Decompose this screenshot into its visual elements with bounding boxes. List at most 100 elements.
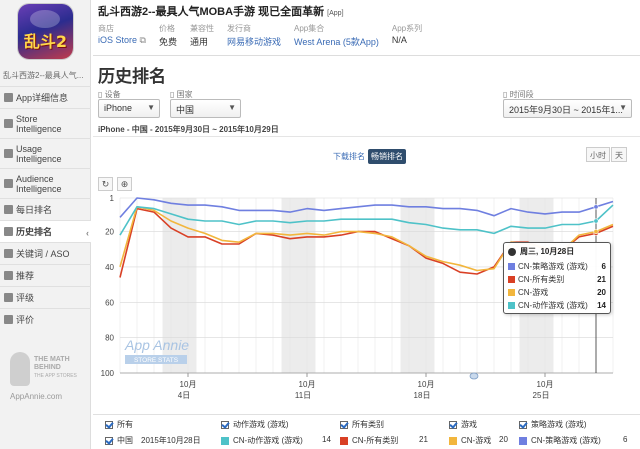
legend-series[interactable]: CN-所有类别 bbox=[340, 435, 398, 446]
x-tick-month: 10月 bbox=[418, 380, 435, 389]
app-meta-item: App系列 N/A bbox=[392, 23, 422, 48]
sidebar-item-label: 评级 bbox=[16, 293, 35, 303]
legend-series-value: 20 bbox=[499, 435, 508, 444]
active-caret-icon: ‹ bbox=[86, 228, 89, 238]
reset-zoom-icon[interactable]: ↻ bbox=[98, 177, 113, 191]
brand-tagline: THE MATH BEHIND THE APP STORES bbox=[34, 356, 77, 379]
app-meta-label: 价格 bbox=[158, 24, 175, 33]
app-meta-label: 商店 bbox=[98, 24, 114, 33]
app-meta: 商店 iOS Store ⧉ 价格 免费 兼容性 通用 发行商 网易移动游戏 App集合 West… bbox=[98, 23, 435, 48]
tooltip-series-value: 14 bbox=[597, 301, 606, 310]
sidebar-item-label: Usage Intelligence bbox=[16, 143, 62, 164]
app-meta-value: N/A bbox=[391, 35, 407, 45]
row-checkbox[interactable] bbox=[105, 436, 113, 445]
app-meta-item: 商店 iOS Store ⧉ bbox=[98, 23, 146, 48]
series-swatch bbox=[508, 263, 515, 270]
rank-type-toggle: 下载排名 畅销排名 bbox=[330, 149, 406, 164]
sidebar-item[interactable]: 评价 bbox=[0, 308, 91, 330]
info-icon bbox=[4, 93, 13, 102]
legend-filter[interactable]: 所有 bbox=[105, 419, 133, 430]
brand-site[interactable]: AppAnnie.com bbox=[10, 392, 62, 401]
sidebar-item-label: 关键词 / ASO bbox=[16, 249, 70, 259]
sidebar-item[interactable]: Usage Intelligence bbox=[0, 138, 91, 168]
legend-checkbox[interactable] bbox=[221, 420, 229, 429]
external-link-icon: ⧉ bbox=[137, 35, 146, 45]
y-tick-label: 20 bbox=[105, 228, 114, 237]
x-tick-day: 18日 bbox=[414, 391, 431, 400]
legend-filter-label: 游戏 bbox=[461, 420, 477, 429]
sidebar-item[interactable]: 每日排名 bbox=[0, 198, 91, 220]
sidebar-item[interactable]: 评级 bbox=[0, 286, 91, 308]
app-meta-label: App系列 bbox=[391, 24, 423, 33]
app-meta-value: 免费 bbox=[158, 37, 177, 47]
sidebar-item-label: 评价 bbox=[16, 315, 35, 325]
series-point bbox=[593, 204, 599, 210]
legend-checkbox[interactable] bbox=[105, 420, 113, 429]
weekend-band bbox=[281, 198, 316, 373]
scroll-handle bbox=[469, 372, 479, 380]
tooltip-series-name: CN-游戏 bbox=[518, 288, 549, 297]
series-swatch bbox=[508, 302, 515, 309]
hour-button[interactable]: 小时 bbox=[586, 147, 610, 162]
app-icon-logo-text: 乱斗2 bbox=[23, 32, 68, 51]
history-icon bbox=[4, 227, 13, 236]
legend-series[interactable]: CN-动作游戏 (游戏) bbox=[221, 435, 303, 446]
legend-series-value: 6 bbox=[623, 435, 628, 444]
series-swatch bbox=[340, 436, 348, 445]
tooltip-row: CN-动作游戏 (游戏) 14 bbox=[508, 299, 606, 312]
sidebar-item-label: App详细信息 bbox=[16, 93, 69, 103]
sidebar-item[interactable]: 推荐 bbox=[0, 264, 91, 286]
download-rank-tab[interactable]: 下载排名 bbox=[330, 149, 368, 164]
clock-icon bbox=[508, 247, 516, 256]
page-title: 历史排名 bbox=[98, 67, 166, 86]
tooltip-series-name: CN-策略游戏 (游戏) bbox=[518, 262, 588, 271]
app-icon[interactable]: 乱斗2 bbox=[18, 4, 73, 59]
app-meta-value[interactable]: 网易移动游戏 bbox=[227, 35, 281, 48]
day-button[interactable]: 天 bbox=[611, 147, 627, 162]
sidebar-item-label: 每日排名 bbox=[16, 205, 53, 215]
legend-filter-label: 所有 bbox=[117, 420, 133, 429]
legend-series[interactable]: CN-策略游戏 (游戏) bbox=[519, 435, 601, 446]
legend-filter[interactable]: 游戏 bbox=[449, 419, 477, 430]
legend-filter-label: 所有类别 bbox=[352, 420, 384, 429]
app-header: 乱斗西游2--最具人气MOBA手游 现已全面革新 [App] 商店 iOS Sto… bbox=[98, 3, 638, 47]
legend-checkbox[interactable] bbox=[519, 420, 527, 429]
legend-filter[interactable]: 动作游戏 (游戏) bbox=[221, 419, 289, 430]
x-tick-month: 10月 bbox=[180, 380, 197, 389]
tooltip-series-value: 20 bbox=[597, 288, 606, 297]
sidebar-item[interactable]: 历史排名 ‹ bbox=[0, 220, 91, 242]
tooltip-row: CN-所有类别 21 bbox=[508, 273, 606, 286]
series-point bbox=[593, 218, 599, 224]
legend-checkbox[interactable] bbox=[340, 420, 348, 429]
country-select[interactable]: 中国 ▼ bbox=[170, 99, 241, 118]
sidebar-app-name[interactable]: 乱斗西游2--最具人气... bbox=[3, 70, 89, 81]
sidebar-item[interactable]: 关键词 / ASO bbox=[0, 242, 91, 264]
grossing-rank-tab[interactable]: 畅销排名 bbox=[368, 149, 406, 164]
x-tick-day: 4日 bbox=[178, 391, 190, 400]
legend-series[interactable]: CN-游戏 bbox=[449, 435, 491, 446]
sidebar-item[interactable]: Audience Intelligence bbox=[0, 168, 91, 198]
app-meta-value[interactable]: West Arena (5款App) bbox=[294, 35, 379, 48]
legend-filter[interactable]: 所有类别 bbox=[340, 419, 384, 430]
y-tick-label: 1 bbox=[110, 194, 115, 203]
app-meta-label: App集合 bbox=[293, 24, 325, 33]
device-select[interactable]: iPhone ▼ bbox=[98, 99, 160, 118]
sidebar-item[interactable]: App详细信息 bbox=[0, 86, 91, 108]
divider bbox=[93, 136, 640, 137]
date-range-select[interactable]: 2015年9月30日 ~ 2015年1... ▼ bbox=[503, 99, 632, 118]
app-annie-brand[interactable]: THE MATH BEHIND THE APP STORES AppAnnie.… bbox=[4, 350, 88, 401]
chart-legend: 所有 动作游戏 (游戏) 所有类别 游戏 策略游戏 (游戏) 中国 2015年10月28… bbox=[93, 414, 640, 449]
legend-series-value: 21 bbox=[419, 435, 428, 444]
legend-checkbox[interactable] bbox=[449, 420, 457, 429]
legend-series-name: CN-游戏 bbox=[461, 436, 492, 445]
chevron-down-icon: ▼ bbox=[147, 103, 155, 112]
tooltip-series-value: 6 bbox=[601, 262, 606, 271]
legend-filter[interactable]: 策略游戏 (游戏) bbox=[519, 419, 587, 430]
app-meta-value[interactable]: iOS Store ⧉ bbox=[98, 35, 146, 46]
zoom-icon[interactable]: ⊕ bbox=[117, 177, 132, 191]
x-tick-month: 10月 bbox=[537, 380, 554, 389]
chart-subtitle: iPhone - 中国 - 2015年9月30日 ~ 2015年10月29日 bbox=[98, 125, 279, 134]
key-icon bbox=[4, 249, 13, 258]
sidebar-item[interactable]: Store Intelligence bbox=[0, 108, 91, 138]
app-tag: [App] bbox=[327, 10, 344, 17]
